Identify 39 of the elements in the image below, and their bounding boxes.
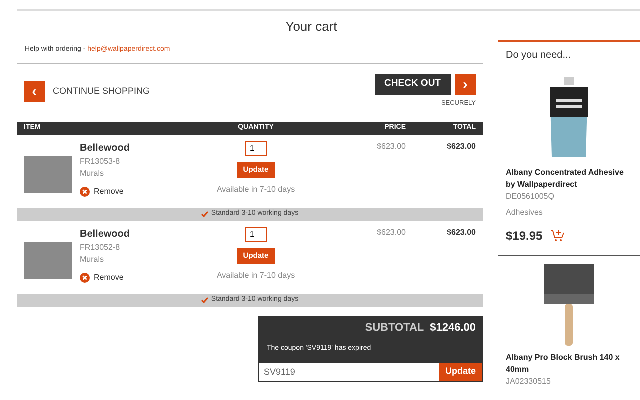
availability-text: Available in 7-10 days — [216, 184, 296, 196]
add-to-cart-icon[interactable] — [550, 230, 565, 242]
price-text: $623.00 — [376, 140, 406, 153]
product-name: Albany Pro Block Brush 140 x 40mm — [506, 352, 621, 376]
product-code: DE0561005Q — [506, 191, 556, 203]
remove-icon[interactable] — [80, 272, 90, 283]
page-title: Your cart — [284, 18, 338, 36]
photo-placeholder — [24, 242, 72, 279]
continue-shopping-link[interactable]: CONTINUE SHOPPING — [53, 84, 150, 98]
coupon-field[interactable]: SV9119 — [259, 362, 440, 381]
photo-placeholder — [24, 156, 72, 193]
product-code: FR13052-8 — [80, 242, 122, 254]
subtotal-value: $1246.00 — [430, 322, 476, 334]
product-code: JA02330515 — [506, 376, 552, 388]
quantity-field[interactable]: 1 — [245, 226, 267, 242]
product-category: Adhesives — [506, 207, 544, 219]
back-button[interactable]: ‹ — [24, 80, 45, 102]
product-name: Albany Concentrated Adhesive by Wallpaperdirect — [506, 167, 625, 191]
next-button[interactable]: › — [455, 74, 476, 95]
coupon-update-button[interactable]: Update — [439, 362, 482, 381]
product-category: Murals — [80, 168, 106, 180]
price-text: $623.00 — [376, 226, 406, 239]
subtotal-label: SUBTOTAL — [365, 322, 424, 334]
total-text: $623.00 — [446, 140, 476, 153]
product-category: Murals — [80, 254, 106, 266]
remove-link[interactable]: Remove — [94, 186, 124, 198]
check-icon — [201, 210, 210, 218]
remove-icon[interactable] — [80, 186, 90, 197]
product-name: Bellewood — [80, 228, 130, 242]
remove-link[interactable]: Remove — [94, 272, 124, 284]
checkout-button[interactable]: CHECK OUT — [374, 74, 451, 95]
product-code: FR13053-8 — [80, 156, 122, 168]
total-text: $623.00 — [446, 226, 476, 239]
availability-text: Available in 7-10 days — [216, 270, 296, 282]
product-name: Bellewood — [80, 142, 130, 156]
product-price: $19.95 — [506, 228, 543, 245]
check-icon — [201, 296, 210, 304]
sidebar-title: Do you need... — [505, 49, 572, 63]
quantity-field[interactable]: 1 — [245, 140, 267, 156]
